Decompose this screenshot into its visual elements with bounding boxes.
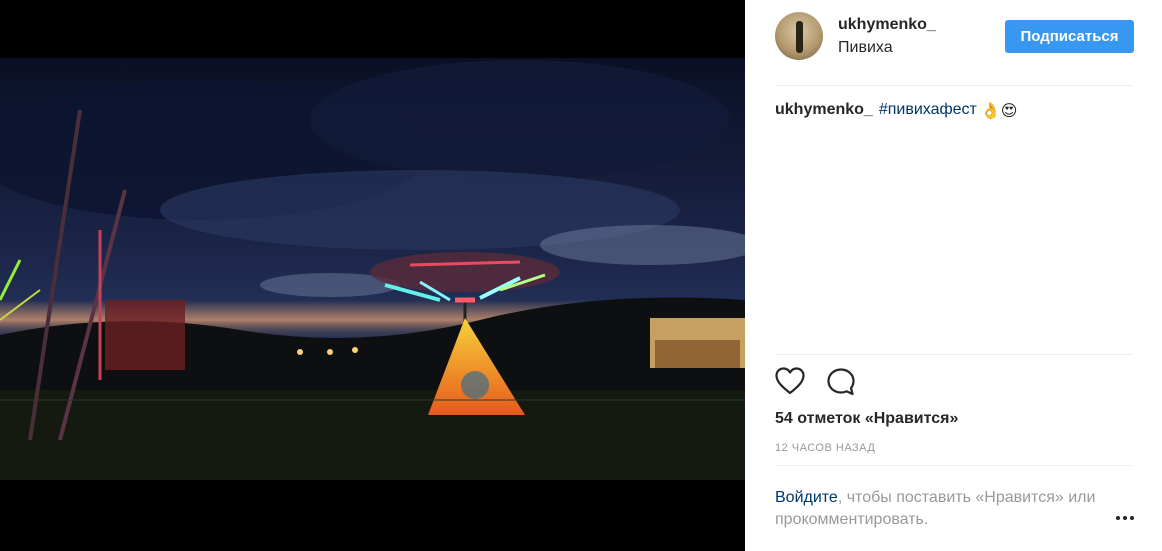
night-carousel-photo [0,0,745,551]
post-timestamp[interactable]: 12 ЧАСОВ НАЗАД [775,442,875,454]
avatar-figure [796,21,803,53]
post-photo[interactable] [0,0,745,551]
more-options-icon[interactable] [1115,514,1135,522]
actions-divider [775,354,1133,355]
login-link[interactable]: Войдите [775,489,838,506]
likes-count[interactable]: 54 отметок «Нравится» [775,410,958,428]
caption-emoji: 👌😍 [980,103,1018,120]
post-header: ukhymenko_ Пивиха Подписаться [775,12,1135,62]
login-prompt: Войдите, чтобы поставить «Нравится» или … [775,487,1105,531]
caption-username[interactable]: ukhymenko_ [775,101,873,118]
comments-divider [775,465,1133,466]
user-avatar[interactable] [775,12,823,60]
caption-hashtag[interactable]: #пивихафест [879,101,977,118]
comment-icon[interactable] [826,367,856,397]
location-link[interactable]: Пивиха [838,39,893,57]
username-link[interactable]: ukhymenko_ [838,16,936,34]
header-divider [775,85,1133,86]
post-details-panel: ukhymenko_ Пивиха Подписаться ukhymenko_… [745,0,1162,551]
follow-button[interactable]: Подписаться [1005,20,1134,53]
heart-icon[interactable] [775,367,805,395]
caption: ukhymenko_ #пивихафест 👌😍 [775,101,1017,121]
